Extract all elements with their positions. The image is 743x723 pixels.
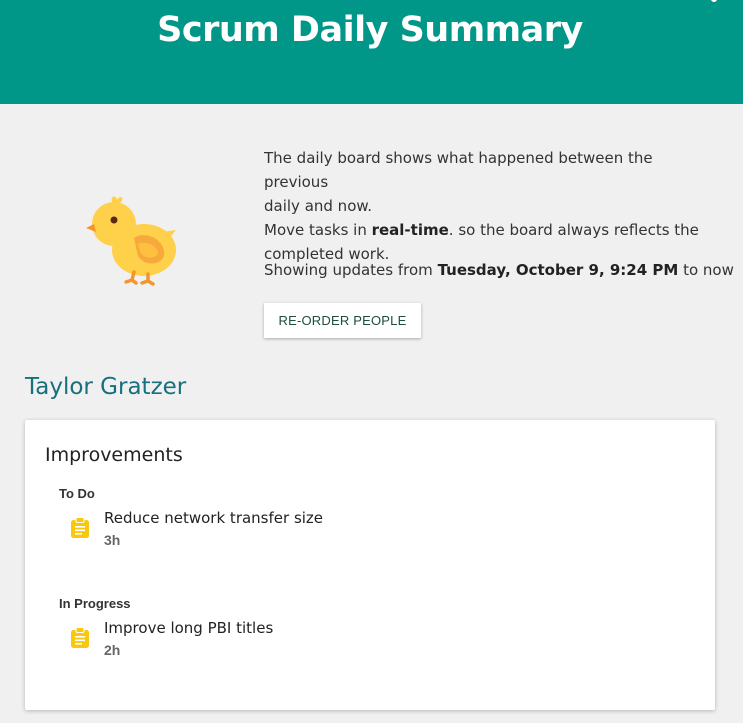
chick-icon [84,190,180,286]
clipboard-icon [70,627,90,649]
updates-since-text: Showing updates from Tuesday, October 9,… [264,258,734,282]
column-title-to-do: To Do [59,486,95,501]
real-time-emphasis: real-time [371,221,449,239]
description-line-3-prefix: Move tasks in [264,221,372,239]
app-header: Scrum Daily Summary [0,0,743,104]
task-card[interactable]: Improve long PBI titles 2h [70,619,470,665]
board-description: The daily board shows what happened betw… [264,146,704,266]
description-line-3-suffix: . so the board always reflects the [448,221,699,239]
header-corner-mark [711,0,717,2]
column-title-in-progress: In Progress [59,596,131,611]
description-line-1: The daily board shows what happened betw… [264,149,653,191]
task-card[interactable]: Reduce network transfer size 3h [70,509,470,555]
task-title: Reduce network transfer size [104,509,324,527]
page-title: Scrum Daily Summary [157,10,583,50]
reorder-people-button[interactable]: RE-ORDER PEOPLE [264,303,421,338]
person-name: Taylor Gratzer [25,374,187,400]
description-line-2: daily and now. [264,197,373,215]
description-line-3: Move tasks in real-time. so the board al… [264,218,704,242]
board-card: Improvements To Do Reduce network transf… [25,420,715,710]
board-title: Improvements [45,444,183,466]
task-title: Improve long PBI titles [104,619,274,637]
task-estimate: 2h [104,642,121,658]
clipboard-icon [70,517,90,539]
since-prefix: Showing updates from [264,261,438,279]
since-suffix: to now [678,261,734,279]
since-date: Tuesday, October 9, 9:24 PM [437,261,679,279]
task-estimate: 3h [104,532,121,548]
